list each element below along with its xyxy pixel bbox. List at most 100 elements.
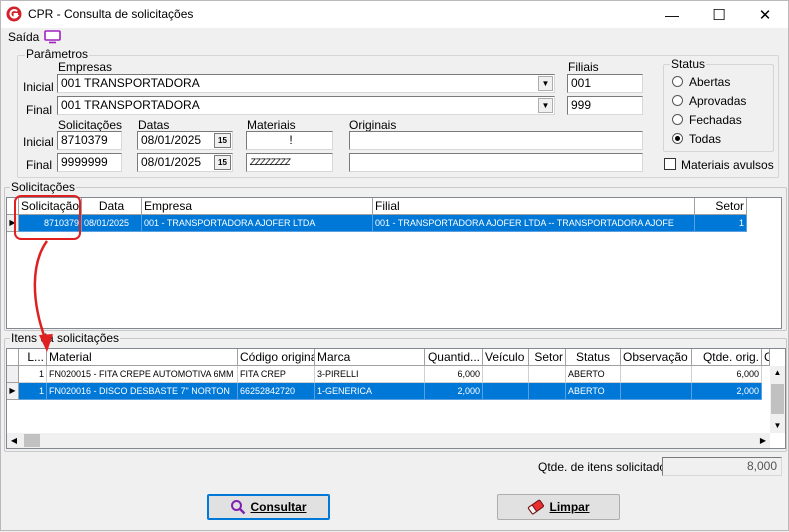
radio-fechadas[interactable] (672, 114, 683, 125)
cell-quantidade[interactable]: 6,000 (425, 366, 483, 383)
col-veiculo[interactable]: Veículo (483, 349, 529, 366)
cell-codigo-original[interactable]: 66252842720 (238, 383, 315, 400)
radio-aprovadas-label[interactable]: Aprovadas (689, 94, 746, 108)
cell-setor[interactable] (529, 383, 566, 400)
close-button[interactable]: ✕ (742, 1, 788, 28)
main-window: CPR - Consulta de solicitações — ☐ ✕ Saí… (0, 0, 789, 531)
cell-solicitacao[interactable]: 8710379 (19, 215, 82, 232)
materiais-label: Materiais (247, 118, 296, 132)
original-final-field[interactable] (349, 153, 643, 172)
cell-observacao[interactable] (621, 366, 692, 383)
empresas-label: Empresas (58, 60, 113, 74)
scroll-thumb-h[interactable] (24, 434, 40, 447)
material-final-field[interactable]: ZZZZZZZZ (246, 153, 333, 172)
cell-filial[interactable]: 001 - TRANSPORTADORA AJOFER LTDA -- TRAN… (373, 215, 695, 232)
cell-quantidade[interactable]: 2,000 (425, 383, 483, 400)
scroll-down-icon[interactable]: ▼ (770, 419, 785, 433)
cell-linha[interactable]: 1 (19, 366, 47, 383)
cell-setor[interactable]: 1 (695, 215, 747, 232)
cell-veiculo[interactable] (483, 383, 529, 400)
grid-corner (7, 198, 19, 215)
col-empresa[interactable]: Empresa (142, 198, 373, 215)
solicitacao-final-field[interactable]: 9999999 (57, 153, 122, 172)
materiais-avulsos-checkbox[interactable] (664, 158, 676, 170)
search-icon (231, 500, 246, 515)
cell-empresa[interactable]: 001 - TRANSPORTADORA AJOFER LTDA (142, 215, 373, 232)
itens-grid: L... Material Código original Marca Quan… (6, 348, 786, 449)
scroll-up-icon[interactable]: ▲ (770, 366, 785, 380)
cell-marca[interactable]: 3-PIRELLI (315, 366, 425, 383)
cell-qtde-orig[interactable]: 6,000 (692, 366, 762, 383)
col-setor[interactable]: Setor (695, 198, 747, 215)
radio-todas[interactable] (672, 133, 683, 144)
inicial-label-2: Inicial (23, 135, 54, 149)
col-linha[interactable]: L... (19, 349, 47, 366)
empresa-inicial-value: 001 TRANSPORTADORA (61, 76, 200, 90)
solicitacao-inicial-field[interactable]: 8710379 (57, 131, 122, 150)
exit-icon[interactable] (44, 30, 61, 44)
radio-aprovadas[interactable] (672, 95, 683, 106)
col-material[interactable]: Material (47, 349, 238, 366)
qtde-itens-value: 8,000 (662, 457, 782, 476)
cell-data[interactable]: 08/01/2025 (82, 215, 142, 232)
col-status[interactable]: Status (566, 349, 621, 366)
eraser-icon (528, 499, 545, 515)
col-codigo-original[interactable]: Código original (238, 349, 315, 366)
cell-qtde-orig[interactable]: 2,000 (692, 383, 762, 400)
radio-todas-label[interactable]: Todas (689, 132, 721, 146)
menu-bar: Saída (1, 28, 788, 48)
cell-veiculo[interactable] (483, 366, 529, 383)
chevron-down-icon[interactable]: ▼ (538, 98, 553, 113)
col-observacao[interactable]: Observação (621, 349, 692, 366)
cell-status[interactable]: ABERTO (566, 383, 621, 400)
radio-fechadas-label[interactable]: Fechadas (689, 113, 742, 127)
consultar-button[interactable]: Consultar (207, 494, 330, 520)
materiais-avulsos-label[interactable]: Materiais avulsos (681, 158, 774, 172)
cell-linha[interactable]: 1 (19, 383, 47, 400)
scroll-right-icon[interactable]: ▶ (756, 433, 770, 448)
col-c[interactable]: C (762, 349, 770, 366)
col-setor-item[interactable]: Setor (529, 349, 566, 366)
data-final-field[interactable]: 08/01/2025 15 (137, 153, 233, 172)
material-inicial-field[interactable]: ! (246, 131, 333, 150)
calendar-icon[interactable]: 15 (214, 133, 231, 148)
col-qtde-orig[interactable]: Qtde. orig. (692, 349, 762, 366)
filial-inicial-field[interactable]: 001 (567, 74, 643, 93)
cell-marca[interactable]: 1-GENERICA (315, 383, 425, 400)
col-data[interactable]: Data (82, 198, 142, 215)
original-inicial-field[interactable] (349, 131, 643, 150)
empresa-final-combo[interactable]: 001 TRANSPORTADORA ▼ (57, 96, 555, 115)
cell-observacao[interactable] (621, 383, 692, 400)
cell-material[interactable]: FN020015 - FITA CREPE AUTOMOTIVA 6MM (47, 366, 238, 383)
scroll-left-icon[interactable]: ◀ (7, 433, 21, 448)
calendar-icon[interactable]: 15 (214, 155, 231, 170)
chevron-down-icon[interactable]: ▼ (538, 76, 553, 91)
cell-status[interactable]: ABERTO (566, 366, 621, 383)
limpar-button[interactable]: Limpar (497, 494, 620, 520)
cell-material[interactable]: FN020016 - DISCO DESBASTE 7" NORTON (47, 383, 238, 400)
originais-label: Originais (349, 118, 397, 132)
radio-abertas[interactable] (672, 76, 683, 87)
data-final-value: 08/01/2025 (141, 155, 202, 169)
menu-saida[interactable]: Saída (8, 30, 39, 44)
col-marca[interactable]: Marca (315, 349, 425, 366)
empresa-inicial-combo[interactable]: 001 TRANSPORTADORA ▼ (57, 74, 555, 93)
horizontal-scrollbar[interactable]: ◀ ▶ (7, 433, 770, 448)
minimize-button[interactable]: — (649, 1, 695, 28)
title-bar: CPR - Consulta de solicitações — ☐ ✕ (1, 1, 788, 28)
data-inicial-field[interactable]: 08/01/2025 15 (137, 131, 233, 150)
maximize-button[interactable]: ☐ (696, 1, 742, 28)
col-solicitacao[interactable]: Solicitação (19, 198, 82, 215)
solicitacoes-grid: Solicitação Data Empresa Filial Setor ▶ … (6, 197, 782, 329)
scroll-thumb[interactable] (771, 384, 784, 414)
col-filial[interactable]: Filial (373, 198, 695, 215)
final-label-2: Final (26, 158, 53, 172)
vertical-scrollbar[interactable]: ▲ ▼ (770, 366, 785, 433)
window-title: CPR - Consulta de solicitações (28, 7, 194, 21)
grid-corner (7, 349, 19, 366)
radio-abertas-label[interactable]: Abertas (689, 75, 730, 89)
cell-setor[interactable] (529, 366, 566, 383)
cell-codigo-original[interactable]: FITA CREP (238, 366, 315, 383)
filial-final-field[interactable]: 999 (567, 96, 643, 115)
col-quantidade[interactable]: Quantid... (425, 349, 483, 366)
